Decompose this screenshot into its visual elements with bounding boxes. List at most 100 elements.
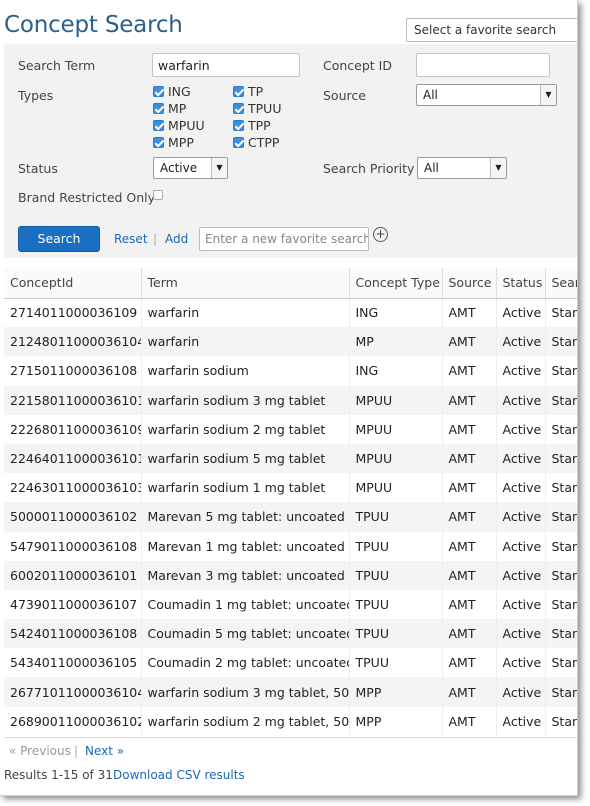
cell-search-priority: Standard [545,385,577,415]
type-checkbox-mpp[interactable]: MPP [153,135,194,150]
cell-concept-id: 22463011000036103 [4,473,142,503]
column-header-conceptid[interactable]: ConceptId [4,268,142,299]
cell-status: Active [496,473,546,503]
cell-term: Marevan 3 mg tablet: uncoated [141,560,350,590]
brand-restricted-label: Brand Restricted Only [18,190,156,205]
type-checkbox-mp[interactable]: MP [153,101,186,116]
search-priority-select[interactable]: All ▼ [417,157,507,179]
table-row[interactable]: 2714011000036109 warfarin ING AMT Active Stan… [4,298,577,328]
column-header-search-priority[interactable]: Search Priority [545,268,577,299]
checkbox-checked-icon [153,120,164,131]
table-row[interactable]: 5000011000036102 Marevan 5 mg tablet: unc… [4,502,577,532]
concept-id-label: Concept ID [323,58,392,73]
cell-concept-id: 21248011000036104 [4,327,142,357]
cell-search-priority: Standard [545,327,577,357]
source-select[interactable]: All ▼ [416,84,557,106]
cell-concept-id: 4739011000036107 [4,589,142,620]
cell-concept-id: 5000011000036102 [4,502,142,532]
cell-concept-type: TPUU [349,619,443,649]
brand-restricted-checkbox[interactable] [153,190,163,200]
type-checkbox-mpuu[interactable]: MPUU [153,118,205,133]
table-row[interactable]: 22464011000036101 warfarin sodium 5 mg ta… [4,443,577,474]
cell-search-priority: Standard [545,298,577,328]
search-term-label: Search Term [18,58,96,73]
table-row[interactable]: 5479011000036108 Marevan 1 mg tablet: unc… [4,531,577,561]
concept-id-input[interactable] [416,53,550,77]
cell-term: warfarin [141,327,350,357]
cell-term: warfarin sodium 2 mg tablet, 50 [141,706,350,736]
types-label: Types [18,88,54,103]
cell-source: AMT [442,706,497,736]
cell-source: AMT [442,502,497,532]
cell-search-priority: Standard [545,706,577,736]
type-checkbox-tpuu[interactable]: TPUU [233,101,281,116]
cell-term: Coumadin 1 mg tablet: uncoated [141,589,350,620]
next-page-link[interactable]: Next » [85,744,124,758]
cell-search-priority: Standard [545,443,577,474]
cell-status: Active [496,677,546,707]
cell-concept-type: TPUU [349,648,443,678]
table-row[interactable]: 6002011000036101 Marevan 3 mg tablet: unc… [4,560,577,590]
favorite-name-input[interactable]: Enter a new favorite search [199,227,369,251]
cell-source: AMT [442,327,497,357]
cell-concept-id: 5479011000036108 [4,531,142,561]
column-header-source[interactable]: Source [442,268,497,299]
checkbox-checked-icon [233,86,244,97]
search-term-input[interactable]: warfarin [152,53,300,77]
column-header-status[interactable]: Status [496,268,546,299]
type-checkbox-ctpp[interactable]: CTPP [233,135,279,150]
cell-status: Active [496,706,546,736]
table-row[interactable]: 26771011000036104 warfarin sodium 3 mg ta… [4,677,577,707]
cell-source: AMT [442,677,497,707]
cell-concept-type: MPP [349,706,443,736]
cell-source: AMT [442,531,497,561]
cell-search-priority: Standard [545,677,577,707]
cell-search-priority: Standard [545,560,577,590]
cell-source: AMT [442,385,497,415]
table-row[interactable]: 22268011000036109 warfarin sodium 2 mg ta… [4,414,577,444]
table-row[interactable]: 22463011000036103 warfarin sodium 1 mg ta… [4,473,577,503]
favorite-search-select[interactable]: Select a favorite search [406,18,577,42]
column-header-concept-type[interactable]: Concept Type [349,268,443,299]
cell-concept-id: 22268011000036109 [4,414,142,444]
page-title: Concept Search [4,12,183,38]
type-checkbox-tp[interactable]: TP [233,84,263,99]
cell-term: Coumadin 2 mg tablet: uncoated [141,648,350,678]
download-csv-link[interactable]: Download CSV results [113,768,245,782]
results-count: Results 1-15 of 31 [4,768,113,782]
cell-search-priority: Standard [545,414,577,444]
search-button[interactable]: Search [18,226,100,252]
table-row[interactable]: 5434011000036105 Coumadin 2 mg tablet: un… [4,648,577,678]
table-row[interactable]: 22158011000036101 warfarin sodium 3 mg ta… [4,385,577,415]
table-row[interactable]: 26890011000036102 warfarin sodium 2 mg ta… [4,706,577,736]
cell-status: Active [496,414,546,444]
cell-concept-type: ING [349,298,443,328]
cell-concept-id: 26771011000036104 [4,677,142,707]
cell-search-priority: Standard [545,473,577,503]
search-priority-label: Search Priority [323,161,415,176]
cell-concept-type: TPUU [349,531,443,561]
column-header-term[interactable]: Term [141,268,350,299]
cell-status: Active [496,589,546,620]
table-row[interactable]: 2715011000036108 warfarin sodium ING AMT Act… [4,356,577,386]
pager-separator: | [74,744,79,758]
cell-term: warfarin sodium 3 mg tablet [141,385,350,415]
type-checkbox-tpp[interactable]: TPP [233,118,271,133]
cell-source: AMT [442,414,497,444]
table-row[interactable]: 5424011000036108 Coumadin 5 mg tablet: un… [4,619,577,649]
table-row[interactable]: 4739011000036107 Coumadin 1 mg tablet: un… [4,589,577,620]
plus-circle-icon[interactable]: + [373,227,388,242]
type-checkbox-ing[interactable]: ING [153,84,191,99]
status-select[interactable]: Active ▼ [153,157,228,179]
reset-link[interactable]: Reset [114,232,148,246]
cell-search-priority: Standard [545,531,577,561]
cell-concept-type: MP [349,327,443,357]
concept-search-panel: Concept Search Select a favorite search … [0,0,578,796]
cell-concept-type: TPUU [349,502,443,532]
add-favorite-link[interactable]: Add [165,232,188,246]
cell-concept-type: MPUU [349,385,443,415]
dropdown-arrow-icon: ▼ [490,158,506,178]
cell-status: Active [496,356,546,386]
cell-term: warfarin [141,298,350,328]
table-row[interactable]: 21248011000036104 warfarin MP AMT Active Stan… [4,327,577,357]
